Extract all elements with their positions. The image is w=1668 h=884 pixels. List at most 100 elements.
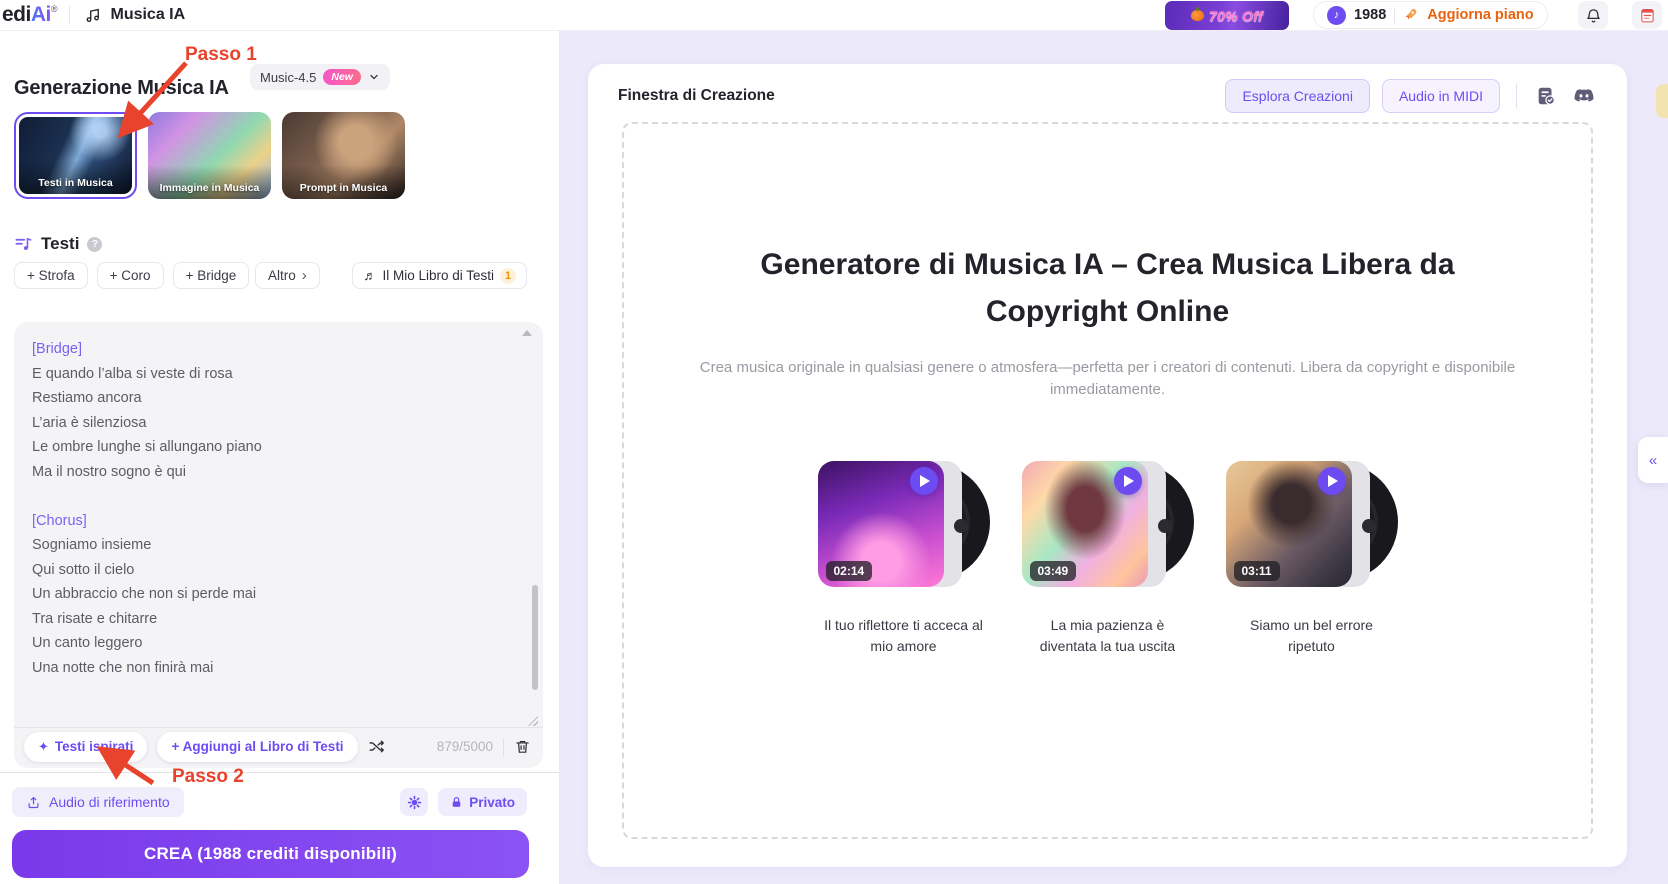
create-button[interactable]: CREA (1988 crediti disponibili) <box>12 830 529 878</box>
play-button[interactable] <box>1113 466 1142 495</box>
sample-track-3: 03:11 Siamo un bel errore ripetuto <box>1225 459 1398 657</box>
lyric-line: Le ombre lunghe si allungano piano <box>32 439 262 455</box>
play-button[interactable] <box>909 466 938 495</box>
header-divider <box>1516 84 1517 108</box>
notifications-button[interactable] <box>1578 1 1608 29</box>
hero-title: Generatore di Musica IA – Crea Musica Li… <box>760 248 1455 328</box>
sleeve-notch <box>1157 518 1172 533</box>
shuffle-icon <box>369 740 384 753</box>
registered-mark: ® <box>50 4 58 14</box>
shuffle-button[interactable] <box>368 738 385 755</box>
sample-track-2: 03:49 La mia pazienza è diventata la tua … <box>1021 459 1194 657</box>
sample-caption: Siamo un bel errore ripetuto <box>1250 616 1373 654</box>
lyric-line: Ma il nostro sogno è qui <box>32 463 186 480</box>
toolbar-divider <box>503 737 504 756</box>
hero-subtitle: Crea musica originale in qualsiasi gener… <box>699 359 1516 398</box>
pumpkin-icon <box>1191 7 1204 21</box>
inspired-lyrics-button[interactable]: ✦ Testi ispirati <box>24 731 148 762</box>
scroll-up-arrow[interactable] <box>522 330 532 336</box>
sparkle-icon: ✦ <box>38 738 49 754</box>
sample-track-list: 02:14 Il tuo riflettore ti acceca al mio … <box>624 459 1591 657</box>
play-icon <box>1124 474 1134 487</box>
top-bar: edi Ai ® Musica IA 70% Off ♪ 1988 Aggior… <box>0 0 1668 31</box>
lyrics-section-title: Testi <box>41 234 80 253</box>
upgrade-plan-button[interactable]: Aggiorna piano <box>1427 7 1533 23</box>
char-counter: 879/5000 <box>436 739 493 754</box>
sample-art-wrap: 03:49 <box>1021 459 1194 589</box>
trash-icon <box>516 740 529 753</box>
sidebar-heading: Generazione Musica IA <box>14 77 229 100</box>
more-options-button[interactable]: Altro › <box>255 262 320 289</box>
collapse-panel-tab[interactable]: « <box>1638 437 1668 483</box>
sample-art-wrap: 03:11 <box>1225 459 1398 589</box>
privacy-toggle[interactable]: Privato <box>438 788 527 816</box>
app-title[interactable]: Musica IA <box>84 6 185 25</box>
topbar-divider <box>69 6 71 24</box>
reference-audio-label: Audio di riferimento <box>49 794 170 810</box>
sample-art-wrap: 02:14 <box>817 459 990 589</box>
upload-icon <box>28 796 39 808</box>
credits-upgrade-pill[interactable]: ♪ 1988 Aggiorna piano <box>1313 1 1548 29</box>
lyric-line: Qui sotto il cielo <box>32 561 135 578</box>
add-section-chip-1[interactable]: + Strofa <box>14 262 88 289</box>
lock-icon <box>452 796 461 807</box>
mode-card-image: Testi in Musica <box>19 117 132 194</box>
advanced-settings-button[interactable] <box>400 788 429 816</box>
inspired-lyrics-label: Testi ispirati <box>54 739 134 754</box>
audio-to-midi-button[interactable]: Audio in MIDI <box>1381 79 1500 113</box>
discord-button[interactable] <box>1571 83 1597 109</box>
lyrics-editor: [Bridge] E quando l’alba si veste di rosa… <box>14 322 543 768</box>
lyrics-icon <box>14 235 33 254</box>
sample-caption: Il tuo riflettore ti acceca al mio amore <box>824 616 983 654</box>
section-divider <box>0 772 559 773</box>
explore-creations-button[interactable]: Esplora Creazioni <box>1225 79 1370 113</box>
model-selector[interactable]: Music-4.5 New <box>250 64 390 90</box>
mode-card-3[interactable]: Prompt in Musica <box>282 112 405 199</box>
generation-sidebar: Generazione Musica IA Music-4.5 New Test… <box>0 31 560 884</box>
scrollbar-thumb[interactable] <box>532 585 538 690</box>
model-new-badge: New <box>323 69 361 85</box>
model-name: Music-4.5 <box>260 69 317 85</box>
add-section-chip-2[interactable]: + Coro <box>96 262 164 289</box>
promo-label: 70% Off <box>1209 7 1263 24</box>
app: edi Ai ® Musica IA 70% Off ♪ 1988 Aggior… <box>0 0 1668 884</box>
lyrics-library-button[interactable]: ♬ Il Mio Libro di Testi 1 <box>352 262 527 289</box>
pill-divider <box>1394 7 1396 23</box>
duration-badge: 03:11 <box>1233 560 1280 581</box>
play-icon <box>920 474 930 487</box>
promo-discount-badge[interactable]: 70% Off <box>1165 1 1289 30</box>
generation-options-row: Audio di riferimento Privato <box>12 787 527 817</box>
mode-card-1[interactable]: Testi in Musica <box>14 112 137 199</box>
survey-button[interactable] <box>1632 1 1662 29</box>
lyrics-textarea[interactable]: [Bridge] E quando l’alba si veste di rosa… <box>14 322 543 728</box>
task-list-button[interactable] <box>1533 83 1559 109</box>
sample-track-1: 02:14 Il tuo riflettore ti acceca al mio … <box>817 459 990 657</box>
reference-audio-button[interactable]: Audio di riferimento <box>12 787 184 817</box>
lyric-line: Una notte che non finirà mai <box>32 659 214 676</box>
brand-logo[interactable]: edi Ai ® <box>0 3 57 27</box>
mode-card-image: Immagine in Musica <box>148 112 271 199</box>
play-icon <box>1328 474 1338 487</box>
mode-card-label: Testi in Musica <box>38 177 113 189</box>
add-to-library-button[interactable]: + Aggiungi al Libro di Testi <box>157 731 358 762</box>
lyrics-section-header: Testi ? <box>14 234 103 254</box>
add-section-chip-3[interactable]: + Bridge <box>172 262 250 289</box>
lyric-line: Un canto leggero <box>32 635 143 651</box>
more-chip-wrap: Altro › <box>255 262 320 289</box>
add-to-library-label: + Aggiungi al Libro di Testi <box>171 739 344 754</box>
duration-badge: 03:49 <box>1029 560 1077 581</box>
clear-lyrics-button[interactable] <box>514 738 531 755</box>
help-icon[interactable]: ? <box>87 236 103 252</box>
creation-window-header: Finestra di Creazione Esplora Creazioni … <box>618 78 1597 114</box>
sleeve-notch <box>953 518 968 533</box>
notepad-icon <box>1639 7 1656 24</box>
lyric-line: Restiamo ancora <box>32 390 142 406</box>
privacy-label: Privato <box>469 794 515 810</box>
bell-icon <box>1585 7 1602 24</box>
app-title-label: Musica IA <box>110 6 186 23</box>
mode-card-2[interactable]: Immagine in Musica <box>148 112 271 199</box>
library-label: Il Mio Libro di Testi <box>382 268 494 283</box>
floating-panel-peek[interactable] <box>1656 84 1668 118</box>
play-button[interactable] <box>1317 466 1346 495</box>
mode-card-label: Immagine in Musica <box>159 182 260 194</box>
